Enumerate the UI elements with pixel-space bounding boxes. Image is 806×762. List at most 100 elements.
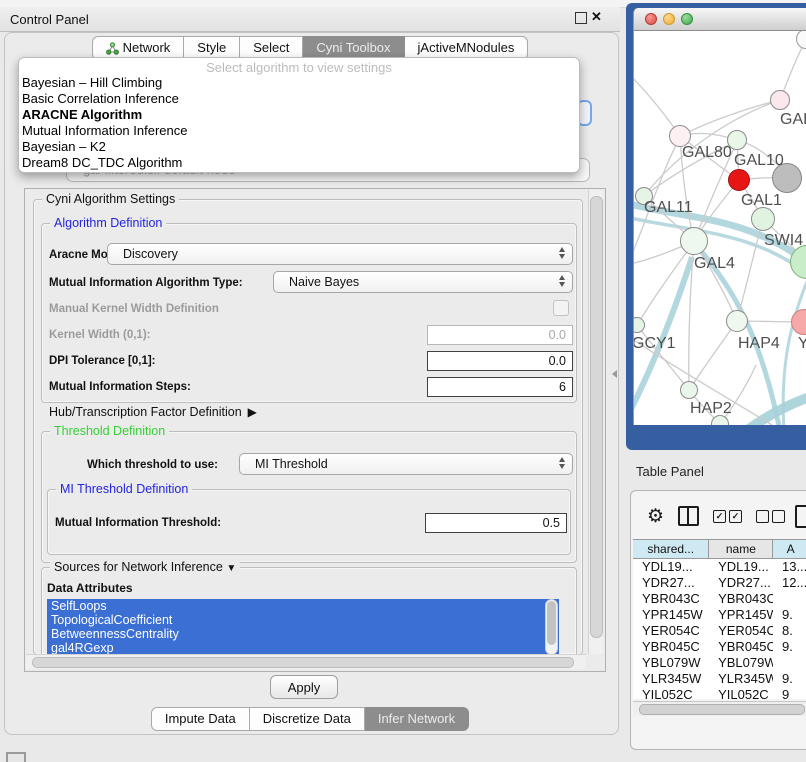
sources-title-row[interactable]: Sources for Network Inference ▼ — [50, 560, 240, 574]
table-cell — [773, 655, 806, 671]
close-icon[interactable]: ✕ — [591, 9, 602, 25]
column-header-name[interactable]: name — [709, 540, 773, 558]
table-row[interactable]: YBL079WYBL079W — [633, 655, 806, 671]
which-threshold-combo[interactable]: MI Threshold — [239, 453, 573, 475]
network-node-GAL4[interactable] — [680, 227, 708, 255]
data-attributes-list[interactable]: SelfLoopsTopologicalCoefficientBetweenne… — [47, 599, 559, 655]
table-body: YDL19...YDL19...13...YDR27...YDR27...12.… — [633, 559, 806, 699]
unchecked-pair-icon[interactable] — [756, 510, 785, 523]
table-row[interactable]: YDR27...YDR27...12... — [633, 575, 806, 591]
aracne-mode-value: Discovery — [123, 247, 178, 261]
attribute-list-item[interactable]: BetweennessCentrality — [47, 627, 559, 641]
network-window-titlebar[interactable] — [633, 8, 806, 31]
kernel-width-field[interactable] — [427, 325, 573, 345]
attribute-list-item[interactable]: SelfLoops — [47, 599, 559, 613]
kernel-width-label: Kernel Width (0,1): — [49, 329, 150, 341]
settings-vscroll-thumb[interactable] — [590, 196, 603, 638]
float-panel-icon[interactable] — [575, 12, 587, 24]
table-cell: YBR045C — [709, 639, 773, 655]
gear-icon[interactable]: ⚙ — [647, 507, 664, 526]
hub-definition-toggle[interactable]: Hub/Transcription Factor Definition▶ — [49, 405, 257, 419]
network-node-label: HAP2 — [690, 400, 732, 418]
table-cell: YIL052C — [709, 687, 773, 699]
table-row[interactable]: YER054CYER054C8. — [633, 623, 806, 639]
attribute-list-item[interactable]: TopologicalCoefficient — [47, 613, 559, 627]
table-cell: YBR043C — [633, 591, 709, 607]
network-node-node-green-mid[interactable] — [751, 207, 775, 231]
table-row[interactable]: YBR043CYBR043C — [633, 591, 806, 607]
table-cell: 9. — [773, 639, 806, 655]
mi-type-combo[interactable]: Naive Bayes — [273, 271, 573, 293]
cyni-settings-title: Cyni Algorithm Settings — [42, 192, 179, 206]
stepper-arrows-icon — [559, 275, 565, 287]
table-row[interactable]: YPR145WYPR145W9. — [633, 607, 806, 623]
stepper-arrows-icon — [559, 457, 565, 469]
tab-label: Network — [123, 40, 171, 56]
network-node-label: Y — [798, 335, 806, 353]
table-row[interactable]: YLR345WYLR345W9. — [633, 671, 806, 687]
tab-label: Select — [253, 40, 289, 56]
attribute-list-item[interactable]: gal4RGexp — [47, 641, 559, 655]
table-cell: YDL19... — [709, 559, 773, 575]
tab-label: jActiveMNodules — [418, 40, 515, 56]
dropdown-item[interactable]: Bayesian – Hill Climbing — [19, 75, 579, 91]
dropdown-item[interactable]: Dream8 DC_TDC Algorithm — [19, 155, 579, 171]
table-cell: 13... — [773, 559, 806, 575]
document-icon[interactable] — [795, 505, 806, 528]
table-row[interactable]: YBR045CYBR045C9. — [633, 639, 806, 655]
network-node-GAL1[interactable] — [728, 169, 750, 191]
sources-title: Sources for Network Inference — [54, 560, 223, 574]
dropdown-item[interactable]: Bayesian – K2 — [19, 139, 579, 155]
network-node-label: GAL80 — [682, 144, 732, 162]
tab-infer-network[interactable]: Infer Network — [365, 707, 469, 731]
dropdown-item[interactable]: Mutual Information Inference — [19, 123, 579, 139]
zoom-traffic-light-icon[interactable] — [681, 13, 693, 25]
split-columns-icon[interactable] — [678, 506, 699, 526]
close-traffic-light-icon[interactable] — [645, 13, 657, 25]
network-node-label: SWI4 — [764, 232, 803, 250]
column-header-shared-[interactable]: shared... — [633, 540, 709, 558]
dropdown-item[interactable]: ARACNE Algorithm — [19, 107, 579, 123]
expanded-arrow-icon: ▼ — [226, 563, 236, 574]
table-cell: 8. — [773, 623, 806, 639]
table-cell: YBR045C — [633, 639, 709, 655]
tab-discretize-data[interactable]: Discretize Data — [250, 707, 365, 731]
table-cell: YPR145W — [633, 607, 709, 623]
network-node-HAP4[interactable] — [726, 310, 748, 332]
table-hscrollbar[interactable] — [633, 701, 806, 716]
dropdown-placeholder: Select algorithm to view settings — [19, 60, 579, 75]
algorithm-definition-title: Algorithm Definition — [50, 216, 166, 230]
apply-button[interactable]: Apply — [270, 675, 338, 699]
network-node-HAP2[interactable] — [680, 381, 698, 399]
tab-impute-data[interactable]: Impute Data — [151, 707, 250, 731]
table-hscroll-thumb[interactable] — [639, 704, 805, 715]
manual-kernel-checkbox[interactable] — [553, 300, 569, 316]
aracne-mode-combo[interactable]: Discovery — [107, 243, 573, 265]
network-canvas[interactable]: GALGAL80GAL10GAL1GAL11SWI4GAL4GCY1HAP4YH… — [633, 31, 806, 425]
cut-off-icon — [6, 752, 26, 762]
panel-resize-arrow-icon[interactable] — [612, 370, 617, 378]
settings-hscroll-thumb[interactable] — [32, 657, 574, 668]
table-cell — [773, 591, 806, 607]
network-node-node-pink-upper[interactable] — [770, 90, 790, 110]
tab-label: Infer Network — [378, 711, 455, 727]
checked-pair-icon[interactable]: ✓✓ — [713, 510, 742, 523]
dpi-tolerance-field[interactable] — [427, 351, 573, 371]
table-cell: YER054C — [633, 623, 709, 639]
dropdown-item[interactable]: Basic Correlation Inference — [19, 91, 579, 107]
table-row[interactable]: YDL19...YDL19...13... — [633, 559, 806, 575]
minimize-traffic-light-icon[interactable] — [663, 13, 675, 25]
table-row[interactable]: YIL052CYIL052C9 — [633, 687, 806, 699]
column-header-a[interactable]: A — [773, 540, 806, 558]
algorithm-dropdown[interactable]: Select algorithm to view settings Bayesi… — [18, 57, 580, 173]
stepper-arrows-icon — [559, 247, 565, 259]
mi-threshold-title: MI Threshold Definition — [56, 482, 192, 496]
mi-threshold-field[interactable] — [425, 513, 567, 533]
mi-steps-field[interactable] — [427, 377, 573, 397]
manual-kernel-label: Manual Kernel Width Definition — [49, 303, 219, 315]
table-cell: YDR27... — [709, 575, 773, 591]
network-node-label: GAL — [780, 111, 806, 129]
table-cell: 9 — [773, 687, 806, 699]
attr-list-scroll-thumb[interactable] — [547, 601, 556, 645]
table-cell: YLR345W — [709, 671, 773, 687]
